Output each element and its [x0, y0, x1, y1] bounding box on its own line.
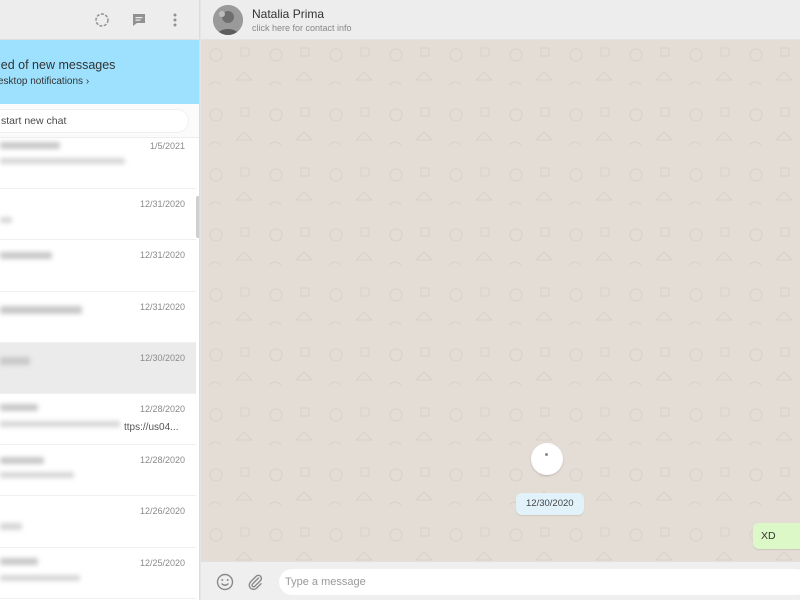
attach-icon[interactable]: [245, 572, 265, 592]
conversation-header[interactable]: Natalia Prima click here for contact inf…: [201, 0, 800, 40]
date-divider: 12/30/2020: [516, 493, 584, 515]
message-input[interactable]: [279, 569, 800, 595]
background-pattern: [201, 40, 800, 561]
chat-list-item[interactable]: 12/31/2020: [0, 240, 196, 292]
message-area[interactable]: 12/30/2020 XD: [201, 40, 800, 561]
chat-list-item[interactable]: 12/31/2020: [0, 292, 196, 343]
message-text: XD: [761, 530, 776, 542]
chat-date: 12/25/2020: [139, 557, 185, 568]
chat-date: 12/28/2020: [139, 455, 185, 466]
chat-date: 1/5/2021: [149, 141, 185, 151]
contact-name[interactable]: Natalia Prima: [252, 7, 324, 21]
notification-link[interactable]: esktop notifications ›: [0, 76, 89, 87]
chat-list-item[interactable]: ttps://us04... 12/28/2020: [0, 394, 196, 446]
new-chat-icon[interactable]: [129, 10, 149, 30]
outgoing-message[interactable]: XD: [753, 523, 800, 549]
chat-date: 12/28/2020: [139, 403, 185, 414]
chat-list-item[interactable]: 12/28/2020: [0, 445, 196, 497]
chat-list: 1/5/2021 12/31/2020 12/31/2020 12/31/202…: [0, 138, 196, 600]
chat-list-item[interactable]: 12/26/2020: [0, 496, 196, 548]
chat-sidebar: ied of new messages esktop notifications…: [0, 0, 200, 600]
chat-date: 12/31/2020: [139, 250, 185, 261]
notification-title: ied of new messages: [0, 58, 116, 72]
avatar[interactable]: [213, 5, 243, 35]
chat-date: 12/31/2020: [139, 301, 185, 312]
chat-list-item[interactable]: 1/5/2021: [0, 138, 196, 190]
chat-date: 12/31/2020: [139, 199, 185, 210]
emoji-icon[interactable]: [215, 572, 235, 592]
composer-bar: [201, 561, 800, 600]
chat-date: 12/26/2020: [139, 506, 185, 517]
search-placeholder: start new chat: [1, 115, 67, 127]
notification-banner[interactable]: ied of new messages esktop notifications…: [0, 40, 199, 104]
sidebar-scrollbar[interactable]: [196, 196, 199, 238]
contact-info-link[interactable]: click here for contact info: [252, 23, 352, 33]
sidebar-header: [0, 0, 199, 40]
conversation-pane: Natalia Prima click here for contact inf…: [201, 0, 800, 600]
chat-preview: ttps://us04...: [124, 421, 179, 433]
chat-date: 12/30/2020: [139, 352, 185, 363]
menu-icon[interactable]: [165, 10, 185, 30]
load-earlier-indicator[interactable]: [531, 443, 563, 475]
chat-list-item[interactable]: 12/30/2020: [0, 342, 196, 394]
search-bar: start new chat: [0, 104, 199, 138]
status-icon[interactable]: [92, 10, 112, 30]
search-input[interactable]: start new chat: [0, 109, 189, 133]
chat-list-item[interactable]: 12/31/2020: [0, 189, 196, 241]
chat-list-item[interactable]: 12/25/2020: [0, 548, 196, 599]
